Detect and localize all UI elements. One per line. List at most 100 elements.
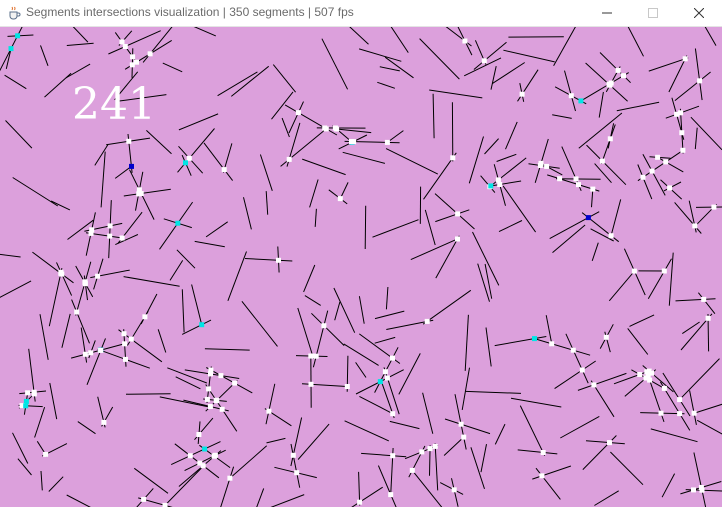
segment <box>372 219 419 238</box>
segment <box>490 180 522 187</box>
intersection-point <box>388 492 394 498</box>
segment <box>600 124 616 165</box>
segment <box>457 27 473 56</box>
intersection-point <box>655 154 661 160</box>
intersection-point <box>570 347 576 353</box>
segment <box>159 396 209 408</box>
segment <box>464 314 469 371</box>
segment <box>334 301 341 321</box>
intersection-point <box>615 67 621 73</box>
segment <box>451 478 459 507</box>
segment <box>422 289 472 325</box>
segment <box>194 240 225 248</box>
highlighted-intersection-point <box>578 98 584 104</box>
segment <box>439 482 464 495</box>
segment <box>44 72 72 98</box>
segment <box>598 91 604 118</box>
segment <box>379 66 400 72</box>
intersection-point <box>207 404 213 409</box>
segment <box>108 200 112 259</box>
intersection-point <box>497 182 503 187</box>
segment <box>244 258 293 262</box>
segment <box>297 307 315 360</box>
maximize-button[interactable] <box>630 0 676 26</box>
minimize-button[interactable] <box>584 0 630 26</box>
segment <box>342 151 386 164</box>
segment <box>355 362 367 378</box>
intersection-point <box>539 473 545 479</box>
segment <box>66 494 91 507</box>
segment <box>49 382 58 420</box>
segment <box>485 327 492 367</box>
segment <box>505 121 518 150</box>
segment <box>178 113 219 131</box>
intersection-point <box>701 296 707 302</box>
intersection-point <box>424 318 430 324</box>
intersection-point <box>43 451 49 457</box>
segment <box>510 397 562 408</box>
highlighted-intersection-point <box>183 160 188 166</box>
segment <box>627 27 644 57</box>
intersection-point <box>101 419 107 425</box>
highlighted-intersection-point <box>175 220 181 226</box>
intersection-point <box>107 233 113 239</box>
highlighted-intersection-point <box>199 322 205 328</box>
intersection-point <box>568 93 574 99</box>
segment <box>48 476 64 492</box>
segment <box>65 63 91 79</box>
intersection-point <box>519 91 525 97</box>
segment <box>534 338 591 356</box>
highlighted-intersection-point <box>202 446 208 452</box>
segment <box>181 319 212 335</box>
intersection-point <box>455 211 461 217</box>
title-bar[interactable]: Segments intersections visualization | 3… <box>0 0 722 27</box>
intersection-point <box>232 380 238 386</box>
segment <box>270 494 305 507</box>
segment <box>40 470 43 491</box>
intersection-point <box>286 156 292 162</box>
segment <box>594 163 612 184</box>
segment <box>358 48 402 62</box>
segment <box>266 437 286 444</box>
segment <box>661 473 676 498</box>
segment <box>694 48 703 101</box>
segment <box>181 289 185 333</box>
intersection-counter: 241 <box>72 79 156 130</box>
intersection-point <box>141 496 147 502</box>
segment <box>424 209 436 246</box>
intersection-point <box>390 453 396 459</box>
segment <box>608 268 637 302</box>
segment <box>564 70 576 112</box>
segment <box>443 436 465 456</box>
segment <box>39 314 49 360</box>
app-window: Segments intersections visualization | 3… <box>0 0 722 507</box>
intersection-point <box>691 487 696 493</box>
intersection-point <box>705 315 711 321</box>
segment <box>519 405 546 456</box>
segment <box>0 280 32 298</box>
segment <box>205 221 228 238</box>
segment <box>422 392 434 434</box>
segment <box>50 200 71 211</box>
intersection-point <box>123 356 128 362</box>
segment <box>40 45 49 66</box>
segment <box>552 224 586 253</box>
segment <box>217 71 258 97</box>
segment <box>616 101 660 112</box>
segment <box>374 310 405 320</box>
intersection-point <box>25 390 31 396</box>
highlighted-intersection-point <box>488 183 494 189</box>
intersection-point <box>337 196 343 202</box>
segment <box>281 117 290 138</box>
intersection-point <box>576 182 581 188</box>
segment <box>32 251 74 284</box>
intersection-point <box>122 341 128 347</box>
segment <box>385 148 439 175</box>
intersection-point <box>450 155 456 161</box>
intersection-point <box>344 384 350 389</box>
close-button[interactable] <box>676 0 722 26</box>
intersection-point <box>82 279 88 285</box>
segment <box>220 466 235 507</box>
segment <box>290 443 301 488</box>
visualization-canvas[interactable]: 241 <box>0 27 722 507</box>
